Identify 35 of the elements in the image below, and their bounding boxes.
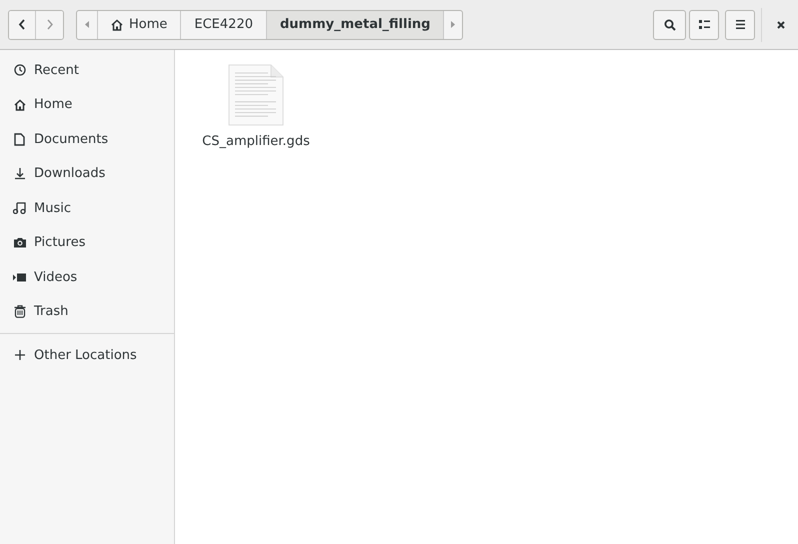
sidebar-item[interactable]: Downloads (0, 156, 174, 191)
search-button[interactable] (653, 10, 686, 40)
chevron-left-icon (18, 19, 26, 30)
video-camera-icon (13, 272, 26, 282)
menu-icon (736, 20, 744, 29)
triangle-left-icon (85, 21, 89, 28)
document-icon (13, 132, 26, 146)
trash-icon (13, 305, 26, 318)
view-toggle-button[interactable] (689, 10, 719, 40)
sidebar-item[interactable]: Home (0, 88, 174, 122)
down-arrow-icon (13, 168, 26, 180)
search-icon (664, 18, 676, 30)
sidebar-item[interactable]: Trash (0, 294, 174, 329)
plus-icon (13, 350, 26, 360)
file-item[interactable]: CS_amplifier.gds (201, 64, 311, 152)
sidebar-item[interactable]: Videos (0, 260, 174, 294)
house-icon (13, 98, 26, 111)
list-view-icon (698, 20, 710, 29)
menu-button[interactable] (725, 10, 755, 40)
path-segment[interactable]: dummy_metal_filling (266, 10, 444, 38)
back-button[interactable] (9, 10, 36, 38)
music-note-icon (13, 202, 26, 214)
camera-icon (13, 237, 26, 248)
sidebar-item[interactable]: Documents (0, 122, 174, 156)
close-icon (777, 20, 785, 28)
chevron-right-icon (46, 19, 54, 30)
file-name: CS_amplifier.gds (202, 133, 310, 151)
sidebar-item[interactable]: Pictures (0, 226, 174, 260)
triangle-right-icon (451, 21, 456, 28)
sidebar-item[interactable]: Music (0, 191, 174, 226)
sidebar-item[interactable]: Recent (0, 53, 174, 88)
text-document-icon (228, 64, 284, 126)
sidebar-item[interactable]: Other Locations (0, 338, 174, 372)
house-icon (111, 18, 123, 30)
clock-icon (13, 64, 26, 76)
